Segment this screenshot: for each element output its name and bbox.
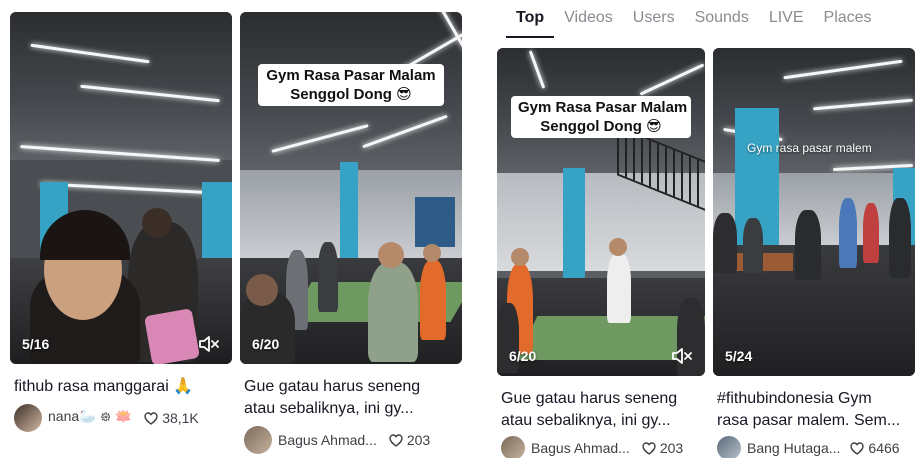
slide-count: 5/24: [725, 348, 753, 364]
heart-icon: [389, 433, 403, 447]
like-count-value: 203: [406, 432, 431, 448]
video-meta: nana🦢 ᪥ 🪷 38,1K: [14, 404, 199, 432]
heart-icon: [642, 441, 656, 455]
title-line: rasa pasar malem. Sem...: [717, 412, 901, 429]
author-name[interactable]: Bagus Ahmad...: [278, 432, 377, 448]
title-line: Gue gatau harus seneng: [244, 378, 421, 395]
tab-users[interactable]: Users: [623, 0, 685, 38]
title-line: atau sebaliknya, ini gy...: [501, 412, 671, 429]
video-title[interactable]: Gue gatau harus seneng atau sebaliknya, …: [244, 376, 466, 420]
heart-icon: [144, 411, 158, 425]
tab-sounds[interactable]: Sounds: [685, 0, 759, 38]
avatar[interactable]: [244, 426, 272, 454]
video-thumbnail[interactable]: 5/16: [10, 12, 232, 364]
slide-count: 5/16: [22, 336, 50, 352]
video-meta: Bang Hutaga... 6466: [717, 436, 900, 458]
video-meta: Bagus Ahmad... 203: [501, 436, 683, 458]
slide-count: 6/20: [509, 348, 537, 364]
title-line: atau sebaliknya, ini gy...: [244, 400, 414, 417]
heart-icon: [850, 441, 865, 455]
video-caption-overlay: Gym rasa pasar malem: [747, 141, 872, 155]
title-line: #fithubindonesia Gym: [717, 390, 872, 407]
like-count: 203: [389, 432, 430, 448]
video-caption-overlay: Gym Rasa Pasar Malam Senggol Dong 😎: [511, 96, 691, 138]
video-title[interactable]: fithub rasa manggarai 🙏: [14, 376, 236, 398]
tab-videos[interactable]: Videos: [554, 0, 623, 38]
search-tabs: Top Videos Users Sounds LIVE Places: [506, 0, 882, 38]
video-thumbnail[interactable]: Gym Rasa Pasar Malam Senggol Dong 😎 6/20: [240, 12, 462, 364]
like-count: 203: [642, 440, 683, 456]
like-count-value: 6466: [868, 440, 900, 456]
mute-icon[interactable]: [198, 334, 220, 354]
like-count: 38,1K: [144, 410, 199, 426]
like-count: 6466: [850, 440, 900, 456]
author-name[interactable]: Bang Hutaga...: [747, 440, 840, 456]
caption-line: Gym Rasa Pasar Malam: [518, 99, 688, 116]
tab-places[interactable]: Places: [814, 0, 882, 38]
avatar[interactable]: [501, 436, 525, 458]
slide-count: 6/20: [252, 336, 280, 352]
avatar[interactable]: [717, 436, 741, 458]
video-caption-overlay: Gym Rasa Pasar Malam Senggol Dong 😎: [258, 64, 444, 106]
like-count-value: 203: [659, 440, 684, 456]
like-count-value: 38,1K: [162, 410, 199, 426]
author-name[interactable]: Bagus Ahmad...: [531, 440, 630, 456]
tab-top[interactable]: Top: [506, 0, 555, 38]
video-title[interactable]: #fithubindonesia Gym rasa pasar malem. S…: [717, 388, 915, 432]
caption-line: Gym Rasa Pasar Malam: [266, 67, 436, 84]
tab-live[interactable]: LIVE: [759, 0, 814, 38]
caption-line: Senggol Dong 😎: [290, 86, 412, 103]
video-meta: Bagus Ahmad... 203: [244, 426, 430, 454]
mute-icon[interactable]: [671, 346, 693, 366]
video-title[interactable]: Gue gatau harus seneng atau sebaliknya, …: [501, 388, 709, 432]
title-line: Gue gatau harus seneng: [501, 390, 678, 407]
avatar[interactable]: [14, 404, 42, 432]
video-thumbnail[interactable]: Gym rasa pasar malem 5/24: [713, 48, 915, 376]
caption-line: Senggol Dong 😎: [540, 118, 662, 135]
author-name[interactable]: nana🦢 ᪥ 🪷: [48, 407, 132, 429]
video-thumbnail[interactable]: Gym Rasa Pasar Malam Senggol Dong 😎 6/20: [497, 48, 705, 376]
